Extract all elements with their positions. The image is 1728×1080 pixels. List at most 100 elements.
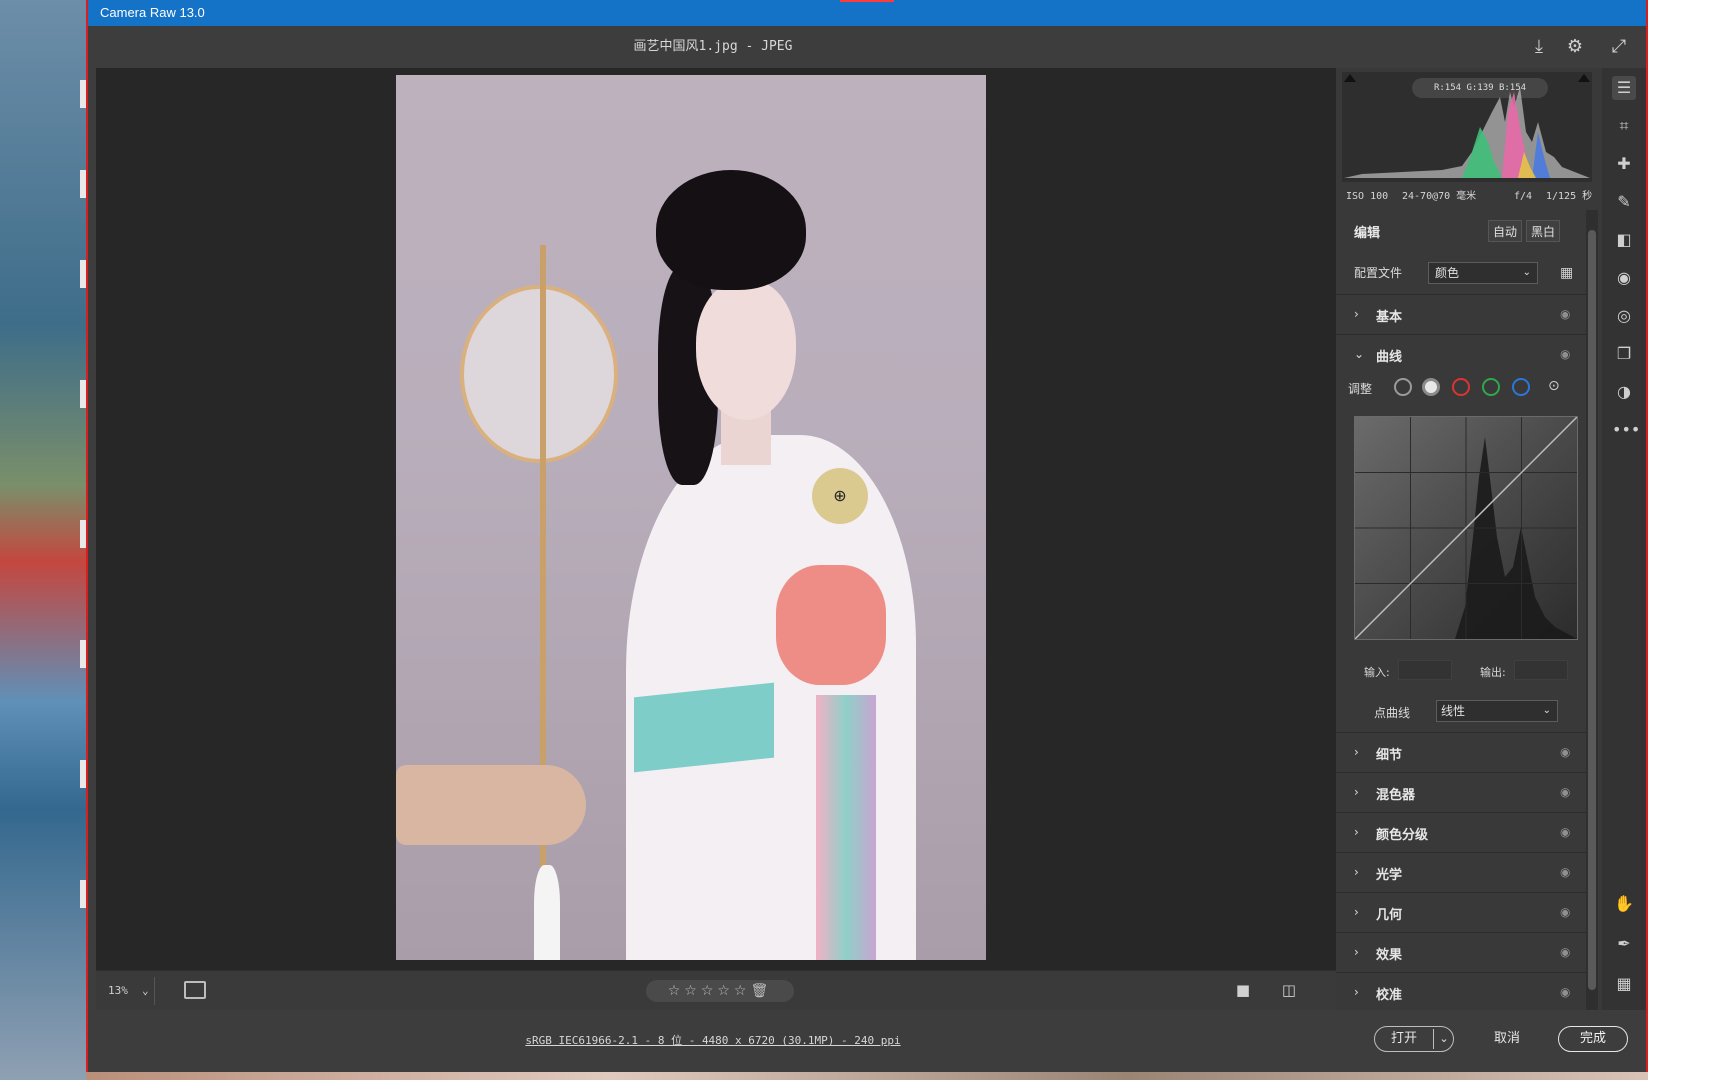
workflow-options-link[interactable]: sRGB IEC61966-2.1 - 8 位 - 4480 x 6720 (3… [88, 1032, 1338, 1048]
healing-icon[interactable]: ✚ [1612, 152, 1636, 176]
image-preview-canvas[interactable]: ⊕ [96, 68, 1336, 970]
tool-strip: ☰ ⌗ ✚ ✎ ◧ ◉ ◎ ❐ ◑ ••• ✋ ✒ ▦ [1602, 68, 1646, 1010]
section-detail[interactable]: › 细节 ◉ [1336, 732, 1590, 773]
chevron-down-icon: ⌄ [1522, 267, 1531, 278]
titlebar-accent [840, 0, 894, 2]
eye-icon[interactable]: ◉ [1560, 745, 1570, 759]
presets-icon[interactable]: ◑ [1612, 380, 1636, 404]
rating-stars[interactable]: ☆☆☆☆☆ [668, 983, 751, 999]
section-basic[interactable]: › 基本 ◉ [1336, 294, 1590, 335]
trash-icon[interactable]: 🗑 [750, 983, 772, 999]
profile-label: 配置文件 [1354, 266, 1403, 280]
eye-icon[interactable]: ◉ [1560, 307, 1570, 321]
preview-bottom-bar: 13% ⌄ ☆☆☆☆☆🗑 ■ ◫ [96, 970, 1336, 1011]
open-button[interactable]: 打开 ⌄ [1374, 1026, 1454, 1052]
auto-button[interactable]: 自动 [1488, 220, 1522, 242]
lens-value: 24-70@70 毫米 [1402, 191, 1477, 202]
snapshots-icon[interactable]: ❐ [1612, 342, 1636, 366]
profile-browser-icon[interactable]: ▦ [1560, 264, 1578, 282]
section-calibration[interactable]: › 校准 ◉ [1336, 972, 1590, 1011]
tone-curve-svg[interactable] [1355, 417, 1577, 639]
input-field[interactable] [1398, 660, 1452, 680]
zoom-level-value: 13% [108, 984, 128, 997]
edit-header: 编辑 自动 黑白 [1336, 210, 1590, 254]
eye-icon[interactable]: ◉ [1560, 945, 1570, 959]
edit-sliders-icon[interactable]: ☰ [1612, 76, 1636, 100]
photo-hair-bun [656, 170, 806, 290]
section-mixer[interactable]: › 混色器 ◉ [1336, 772, 1590, 813]
redeye-icon[interactable]: ◎ [1612, 304, 1636, 328]
chevron-right-icon: › [1354, 825, 1359, 839]
open-button-label[interactable]: 打开 [1375, 1027, 1433, 1051]
aperture-value: f/4 [1514, 191, 1533, 202]
cancel-button[interactable]: 取消 [1482, 1026, 1532, 1052]
profile-select-value: 颜色 [1435, 266, 1460, 280]
eye-icon[interactable]: ◉ [1560, 865, 1570, 879]
gear-icon[interactable]: ⚙ [1564, 36, 1586, 58]
red-channel-button[interactable] [1452, 378, 1470, 396]
eye-icon[interactable]: ◉ [1560, 825, 1570, 839]
iso-value: ISO 100 [1346, 191, 1389, 202]
done-button[interactable]: 完成 [1558, 1026, 1628, 1052]
zoom-level-select[interactable]: 13% ⌄ [108, 981, 149, 1001]
rgb-channel-button[interactable] [1422, 378, 1440, 396]
scrollbar-thumb[interactable] [1588, 230, 1596, 990]
fullscreen-icon[interactable]: ⤢ [1608, 36, 1630, 58]
tone-curve-graph[interactable] [1354, 416, 1578, 640]
brush-icon[interactable]: ✎ [1612, 190, 1636, 214]
chevron-right-icon: › [1354, 785, 1359, 799]
section-label: 光学 [1376, 868, 1403, 883]
section-label: 混色器 [1376, 788, 1416, 803]
chevron-right-icon: › [1354, 985, 1359, 999]
chevron-down-icon[interactable]: ⌄ [1435, 1027, 1453, 1051]
section-color-grading[interactable]: › 颜色分级 ◉ [1336, 812, 1590, 853]
star-rating[interactable]: ☆☆☆☆☆🗑 [646, 980, 794, 1002]
section-optics[interactable]: › 光学 ◉ [1336, 852, 1590, 893]
color-sampler-icon[interactable]: ✒ [1612, 932, 1636, 956]
zoom-cursor-indicator: ⊕ [812, 468, 868, 524]
blue-channel-button[interactable] [1512, 378, 1530, 396]
save-icon[interactable]: ⤓ [1528, 36, 1550, 58]
histogram[interactable]: R:154 G:139 B:154 [1342, 72, 1592, 182]
desktop-background-bottom [86, 1072, 1648, 1080]
eye-icon[interactable]: ◉ [1560, 785, 1570, 799]
section-label: 基本 [1376, 310, 1403, 325]
photo-round-fan [460, 285, 618, 463]
adjust-label: 调整 [1348, 382, 1373, 396]
more-icon[interactable]: ••• [1612, 418, 1640, 442]
section-label: 几何 [1376, 908, 1403, 923]
green-channel-button[interactable] [1482, 378, 1500, 396]
hand-icon[interactable]: ✋ [1612, 892, 1636, 916]
chevron-right-icon: › [1354, 745, 1359, 759]
photo-sash [776, 565, 886, 685]
targeted-adjustment-icon[interactable]: ⊙ [1548, 378, 1560, 394]
output-field[interactable] [1514, 660, 1568, 680]
black-white-button[interactable]: 黑白 [1526, 220, 1560, 242]
preview-photo[interactable] [396, 75, 986, 960]
window-titlebar[interactable]: Camera Raw 13.0 [88, 0, 1646, 26]
before-after-single-icon[interactable]: ■ [1234, 981, 1252, 999]
crop-icon[interactable]: ⌗ [1612, 114, 1636, 138]
profile-select[interactable]: 颜色 ⌄ [1428, 262, 1538, 284]
section-geometry[interactable]: › 几何 ◉ [1336, 892, 1590, 933]
chevron-right-icon: › [1354, 945, 1359, 959]
photo-tassel [534, 865, 560, 960]
linear-gradient-icon[interactable]: ◧ [1612, 228, 1636, 252]
filmstrip-icon[interactable] [184, 981, 206, 999]
section-label: 校准 [1376, 988, 1403, 1003]
chevron-down-icon: ⌄ [142, 984, 149, 997]
edit-panel: R:154 G:139 B:154 ISO 100 24-70@70 毫米 f/… [1336, 68, 1602, 1010]
dialog-footer: sRGB IEC61966-2.1 - 8 位 - 4480 x 6720 (3… [88, 1010, 1646, 1072]
eye-icon[interactable]: ◉ [1560, 985, 1570, 999]
camera-raw-window: Camera Raw 13.0 画艺中国风1.jpg - JPEG ⤓ ⚙ ⤢ … [86, 0, 1648, 1072]
point-curve-select[interactable]: 线性 ⌄ [1436, 700, 1558, 722]
camera-metadata: ISO 100 24-70@70 毫米 f/4 1/125 秒 [1346, 186, 1596, 208]
parametric-curve-icon[interactable] [1394, 378, 1412, 396]
chevron-right-icon: › [1354, 905, 1359, 919]
section-effects[interactable]: › 效果 ◉ [1336, 932, 1590, 973]
grid-icon[interactable]: ▦ [1612, 972, 1636, 996]
eye-icon[interactable]: ◉ [1560, 905, 1570, 919]
panel-scrollbar[interactable] [1586, 210, 1598, 1010]
radial-filter-icon[interactable]: ◉ [1612, 266, 1636, 290]
before-after-split-icon[interactable]: ◫ [1280, 981, 1298, 999]
